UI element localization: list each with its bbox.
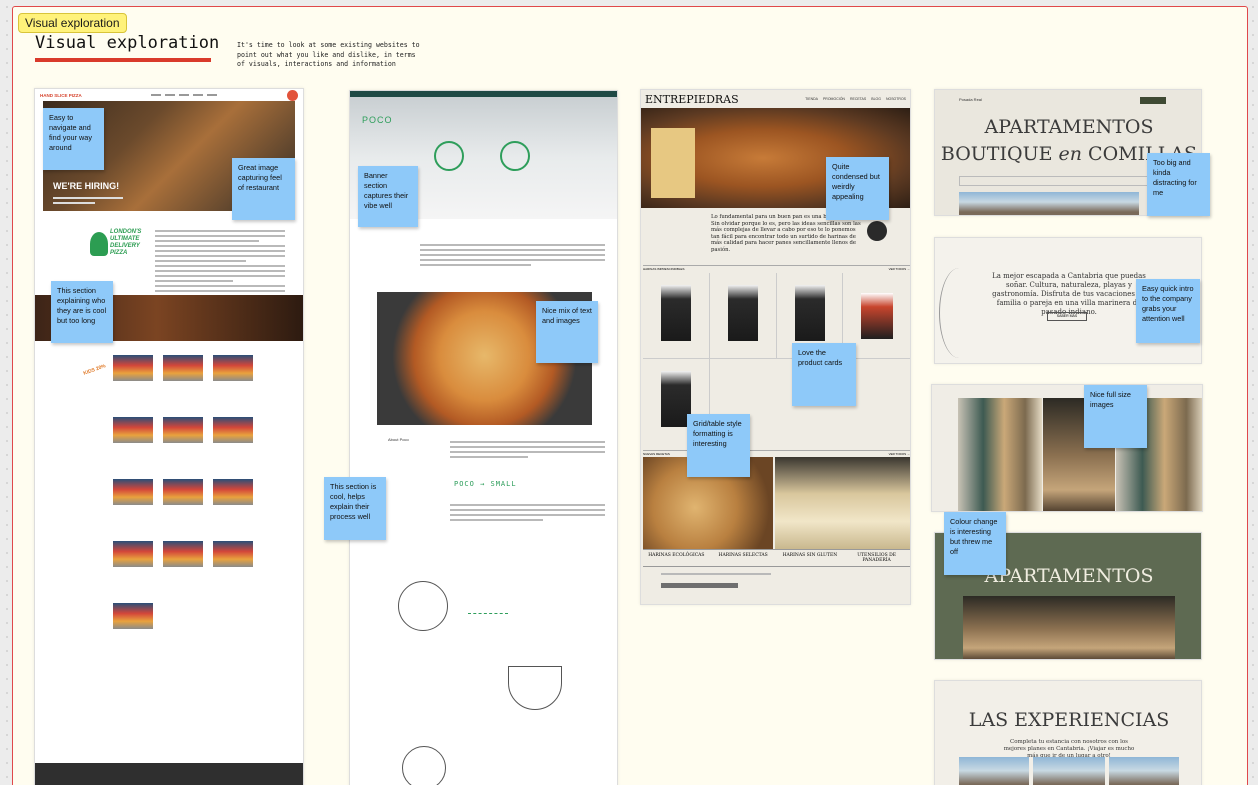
flour-bag [651, 128, 695, 198]
store-photo[interactable] [113, 541, 153, 567]
nav-item[interactable]: BLOG [871, 97, 881, 101]
store-photo[interactable] [163, 355, 203, 381]
category-link[interactable]: UTENSILIOS DE PANADERÍA [843, 550, 910, 566]
experience-photo[interactable] [1033, 757, 1105, 785]
process-illustration-2 [508, 666, 562, 710]
page-title: Visual exploration [35, 33, 220, 53]
experience-photo[interactable] [1109, 757, 1179, 785]
sticky-note[interactable]: Too big and kinda distracting for me [1147, 153, 1210, 216]
section-tag[interactable]: Visual exploration [18, 13, 127, 33]
pizza-footer [35, 763, 303, 785]
nav-item[interactable]: TIENDA [805, 97, 818, 101]
order-badge-icon[interactable] [286, 89, 298, 101]
hiring-text: WE'RE HIRING! [53, 181, 120, 191]
gallery-photo-1 [958, 398, 1042, 511]
nav-item[interactable]: PROMOCIÓN [823, 97, 845, 101]
sticky-note[interactable]: Nice full size images [1084, 385, 1147, 448]
entrepiedras-brand: ENTREPIEDRAS [645, 92, 739, 106]
poco-flow: POCO → SMALL [454, 480, 517, 488]
hero-caption [53, 194, 123, 207]
book-button[interactable] [1140, 97, 1166, 104]
store-photo[interactable] [113, 355, 153, 381]
botanical-illustration-icon [939, 268, 979, 358]
newsletter-block [661, 570, 771, 588]
intro-text: It's time to look at some existing websi… [237, 41, 420, 68]
store-photo[interactable] [213, 355, 253, 381]
about-poco-text [450, 438, 605, 461]
nav-item[interactable]: RECETAS [850, 97, 866, 101]
quality-seal-icon [867, 221, 887, 241]
product-grid [643, 273, 910, 447]
entrepiedras-nav[interactable]: TIENDA PROMOCIÓN RECETAS BLOG NOSOTROS [805, 97, 906, 101]
sticky-note[interactable]: Great image capturing feel of restaurant [232, 158, 295, 220]
sticky-note[interactable]: This section is cool, helps explain thei… [324, 477, 386, 540]
category-row: HARINAS ECOLÓGICAS HARINAS SELECTAS HARI… [643, 549, 910, 567]
store-photo[interactable] [113, 603, 153, 629]
store-photo[interactable] [213, 541, 253, 567]
pizza-nav[interactable] [151, 94, 218, 96]
sticky-note[interactable]: Banner section captures their vibe well [358, 166, 418, 227]
website-screenshot-experiencias[interactable]: LAS EXPERIENCIAS Completa tu estancia co… [934, 680, 1202, 785]
products-header: HARINAS IMPRESCINDIBLES VER TODOS → [643, 265, 910, 271]
products-section-title: HARINAS IMPRESCINDIBLES [643, 267, 685, 271]
sticky-note[interactable]: Easy to navigate and find your way aroun… [43, 108, 104, 170]
store-photo[interactable] [213, 417, 253, 443]
sticky-note[interactable]: This section explaining who they are is … [51, 281, 113, 343]
about-poco-label: About Poco [388, 437, 409, 442]
pizza-logo-text: LONDON'S ULTIMATE DELIVERY PIZZA [110, 229, 142, 256]
process-illustration-3 [402, 746, 446, 785]
sticky-note[interactable]: Easy quick intro to the company grabs yo… [1136, 279, 1200, 343]
poco-logo: POCO [362, 115, 393, 125]
nav-item[interactable]: NOSOTROS [886, 97, 906, 101]
store-photo[interactable] [163, 479, 203, 505]
store-photo[interactable] [213, 479, 253, 505]
website-screenshot-apartamentos-gallery[interactable] [931, 384, 1203, 512]
category-link[interactable]: HARINAS SIN GLUTEN [777, 550, 844, 566]
process-text [450, 501, 605, 524]
know-more-button[interactable]: SABER MÁS [1047, 312, 1087, 321]
pizza-logo: LONDON'S ULTIMATE DELIVERY PIZZA [90, 227, 150, 267]
recipes-section-title: NUEVAS RECETAS [643, 452, 670, 456]
sticky-note[interactable]: Nice mix of text and images [536, 301, 598, 363]
sticky-note[interactable]: Grid/table style formatting is interesti… [687, 414, 750, 477]
recipes-header: NUEVAS RECETAS VER TODOS → [643, 450, 910, 456]
experience-photo[interactable] [959, 757, 1029, 785]
category-link[interactable]: HARINAS ECOLÓGICAS [643, 550, 710, 566]
poco-intro-text [420, 241, 605, 269]
product-card[interactable] [643, 273, 710, 359]
smile-logo-icon [434, 141, 464, 171]
store-photo[interactable] [113, 479, 153, 505]
title-underline [35, 58, 211, 62]
category-link[interactable]: HARINAS SELECTAS [710, 550, 777, 566]
store-photo[interactable] [163, 417, 203, 443]
sticky-note[interactable]: Colour change is interesting but threw m… [944, 512, 1006, 575]
sticky-note[interactable]: Love the product cards [792, 343, 856, 406]
kids-badge: KIDS 20% [82, 363, 107, 377]
hero-title-line1: APARTAMENTOS [984, 116, 1154, 138]
experiences-title: LAS EXPERIENCIAS [968, 709, 1170, 731]
store-photo[interactable] [113, 417, 153, 443]
arrow-icon [468, 613, 508, 614]
hero-photo-preview [959, 192, 1139, 215]
process-illustration-1 [398, 581, 448, 631]
intro-paragraph: La mejor escapada a Cantabria que puedas… [992, 272, 1146, 316]
store-grid [113, 355, 263, 629]
pizza-brand: HAND SLICE PIZZA [40, 92, 82, 98]
view-all-link[interactable]: VER TODOS → [889, 267, 910, 271]
cross-logo-icon [500, 141, 530, 171]
sticky-note[interactable]: Quite condensed but weirdly appealing [826, 157, 889, 220]
green-room-photo [963, 596, 1175, 659]
recipe-photo-pasta [775, 457, 910, 549]
about-text-block [155, 227, 285, 300]
product-card[interactable] [709, 273, 777, 359]
view-all-link[interactable]: VER TODOS → [889, 452, 910, 456]
posada-brand: Posada Real [959, 97, 982, 102]
store-photo[interactable] [163, 541, 203, 567]
pizza-logo-icon [90, 232, 108, 256]
